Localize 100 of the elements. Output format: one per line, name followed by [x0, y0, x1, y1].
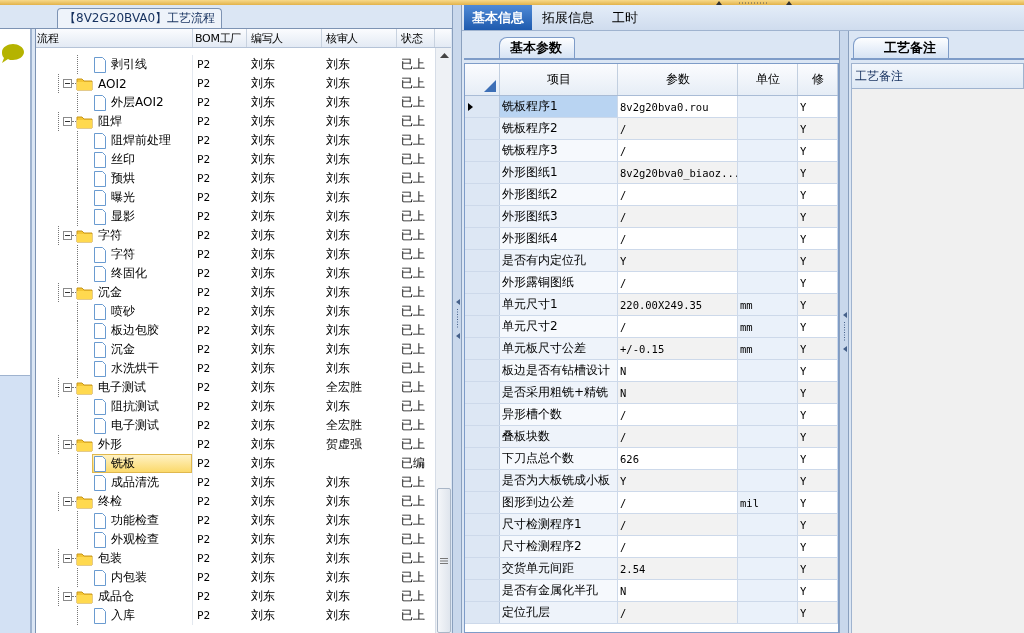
column-header[interactable]: 核审人	[322, 29, 397, 47]
table-cell-text: 已编	[400, 455, 426, 472]
column-header[interactable]: 编写人	[247, 29, 322, 47]
splitter-grip-icon[interactable]	[714, 0, 794, 5]
tree-row[interactable]: 终固化	[92, 264, 192, 283]
table-cell-text: 刘东	[325, 550, 351, 567]
table-cell: Y	[798, 382, 838, 403]
tree-row[interactable]: 喷砂	[92, 302, 192, 321]
tree-row[interactable]: 板边包胶	[92, 321, 192, 340]
tree-row[interactable]: 沉金	[92, 340, 192, 359]
table-cell: Y	[798, 338, 838, 359]
tree-row[interactable]: 字符	[92, 245, 192, 264]
column-header[interactable]: 流程	[36, 29, 193, 47]
tree-row[interactable]: 电子测试	[92, 416, 192, 435]
collapse-icon[interactable]	[63, 554, 72, 563]
table-cell-text: 刘东	[325, 398, 351, 415]
document-icon	[93, 417, 107, 434]
tree-row[interactable]: 入库	[92, 606, 192, 625]
tab[interactable]: 基本信息	[464, 5, 532, 30]
table-cell-text: 刘东	[250, 246, 276, 263]
table-cell: 铣板程序1	[500, 96, 618, 117]
table-cell-text: P2	[196, 514, 212, 527]
table-cell: 单元板尺寸公差	[500, 338, 618, 359]
tree-row[interactable]: 阻焊前处理	[92, 131, 192, 150]
document-icon	[93, 189, 107, 206]
table-cell-text: P2	[196, 96, 212, 109]
speech-bubble-icon[interactable]	[0, 43, 25, 65]
collapse-icon[interactable]	[63, 117, 72, 126]
table-cell: Y	[798, 272, 838, 293]
collapse-icon[interactable]	[63, 497, 72, 506]
row-header[interactable]	[465, 96, 500, 117]
table-cell-text: 刘东	[250, 208, 276, 225]
table-cell: 叠板块数	[500, 426, 618, 447]
tree-row[interactable]: 字符	[93, 226, 192, 245]
tree-row[interactable]: 铣板	[92, 454, 192, 473]
collapse-arrow-icon[interactable]	[841, 312, 847, 352]
tree-row[interactable]: 功能检查	[92, 511, 192, 530]
tree-row[interactable]: 显影	[92, 207, 192, 226]
collapse-icon[interactable]	[63, 288, 72, 297]
tree-row[interactable]: 沉金	[93, 283, 192, 302]
table-cell: /	[618, 140, 738, 161]
table-cell: Y	[798, 206, 838, 227]
table-cell-text: 刘东	[325, 284, 351, 301]
tree-row[interactable]: 包装	[93, 549, 192, 568]
tree-row[interactable]: 水洗烘干	[92, 359, 192, 378]
scrollbar[interactable]	[435, 48, 451, 633]
document-icon	[93, 303, 107, 320]
document-icon	[93, 94, 107, 111]
folder-icon	[76, 380, 93, 395]
tree-row[interactable]: 预烘	[92, 169, 192, 188]
tree-row[interactable]: 电子测试	[93, 378, 192, 397]
collapse-icon[interactable]	[63, 231, 72, 240]
table-cell: 8v2g20bva0_biaoz...	[618, 162, 738, 183]
table-cell: mm	[738, 338, 798, 359]
tab[interactable]: 工时	[604, 5, 646, 30]
collapse-arrow-icon[interactable]	[454, 299, 460, 339]
tab[interactable]: 基本参数	[499, 37, 575, 58]
column-header[interactable]: BOM工厂	[193, 29, 247, 47]
tree-row[interactable]: 终检	[93, 492, 192, 511]
table-cell: 定位孔层	[500, 602, 618, 623]
tree-node-label: 外观检查	[110, 531, 159, 548]
table-cell-text: 已上	[400, 493, 426, 510]
tree-row[interactable]: AOI2	[93, 74, 192, 93]
column-header[interactable]: 修	[798, 64, 838, 95]
tree-row[interactable]: 阻焊	[93, 112, 192, 131]
table-cell-text: 刘东	[325, 132, 351, 149]
table-cell-text: 已上	[400, 94, 426, 111]
tree-row[interactable]: 成品仓	[93, 587, 192, 606]
collapse-icon[interactable]	[63, 440, 72, 449]
tree-row[interactable]: 成品清洗	[92, 473, 192, 492]
column-header[interactable]: 状态	[397, 29, 435, 47]
scroll-up-icon[interactable]	[439, 52, 449, 58]
tree-node-label: 喷砂	[110, 303, 135, 320]
table-cell-text: P2	[196, 495, 212, 508]
tree-row[interactable]: 剥引线	[92, 55, 192, 74]
table-cell: Y	[798, 96, 838, 117]
tree-row[interactable]: 内包装	[92, 568, 192, 587]
tree-row[interactable]: 阻抗测试	[92, 397, 192, 416]
table-cell: Y	[798, 228, 838, 249]
tree-row[interactable]: 曝光	[92, 188, 192, 207]
tree-row[interactable]: 外层AOI2	[92, 93, 192, 112]
tab[interactable]: 拓展信息	[534, 5, 602, 30]
tree-row[interactable]: 外形	[93, 435, 192, 454]
table-cell-text: 已上	[400, 189, 426, 206]
column-header[interactable]: 参数	[618, 64, 738, 95]
column-header[interactable]: 单位	[738, 64, 798, 95]
table-cell: mm	[738, 294, 798, 315]
tree-node-label: 包装	[97, 550, 122, 567]
table-cell-text: 刘东	[325, 531, 351, 548]
tab[interactable]: 工艺备注	[853, 37, 949, 58]
collapse-icon[interactable]	[63, 79, 72, 88]
tree-node-label: 终检	[97, 493, 122, 510]
table-cell-text: 刘东	[325, 588, 351, 605]
tree-row[interactable]: 丝印	[92, 150, 192, 169]
column-header[interactable]: 项目	[500, 64, 618, 95]
collapse-icon[interactable]	[63, 592, 72, 601]
tree-row[interactable]: 外观检查	[92, 530, 192, 549]
collapse-icon[interactable]	[63, 383, 72, 392]
scrollbar-thumb[interactable]	[437, 488, 451, 633]
table-cell-text: 刘东	[250, 436, 276, 453]
